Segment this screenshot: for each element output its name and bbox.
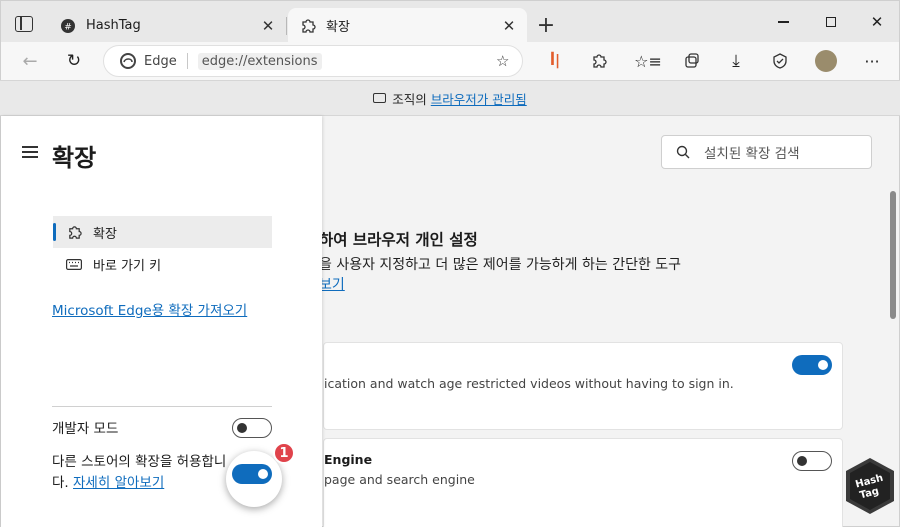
- site-identity-label: Edge: [144, 53, 177, 69]
- page-heading: 하여 브라우저 개인 설정: [319, 231, 478, 249]
- page-content: 설치된 확장 검색 하여 브라우저 개인 설정 을 사용자 지정하고 더 많은 …: [0, 116, 900, 527]
- hashtag-logo: Hash Tag: [844, 456, 896, 516]
- page-description: 을 사용자 지정하고 더 많은 제어를 가능하게 하는 간단한 도구: [319, 257, 682, 273]
- more-menu-icon[interactable]: ···: [857, 47, 887, 75]
- maximize-icon[interactable]: [809, 8, 853, 36]
- extension-description: ication and watch age restricted videos …: [324, 376, 734, 391]
- close-tab-icon[interactable]: ✕: [497, 14, 521, 38]
- browser-toolbar: ← ↻ Edge edge://extensions ☆ ꟾ| ☆≡ ⤓ ···: [0, 42, 900, 80]
- minimize-icon[interactable]: [761, 8, 805, 36]
- edge-logo-icon: [120, 53, 136, 73]
- menu-icon[interactable]: [22, 146, 38, 161]
- tab-hashtag[interactable]: # HashTag ✕: [48, 8, 286, 43]
- close-tab-icon[interactable]: ✕: [256, 14, 280, 38]
- sidebar-title: 확장: [52, 144, 97, 172]
- url-text: edge://extensions: [197, 52, 322, 70]
- address-divider: [186, 53, 188, 69]
- search-icon: [676, 145, 690, 159]
- search-placeholder: 설치된 확장 검색: [704, 146, 800, 162]
- search-input[interactable]: 설치된 확장 검색: [661, 135, 872, 169]
- extension-tool-icon[interactable]: ꟾ|: [540, 47, 570, 75]
- close-window-icon[interactable]: ✕: [855, 8, 899, 36]
- developer-mode-label: 개발자 모드: [52, 421, 119, 437]
- sidebar-item-extensions[interactable]: 확장: [53, 216, 272, 248]
- extension-card: ication and watch age restricted videos …: [323, 342, 843, 430]
- extension-toggle[interactable]: [792, 355, 832, 375]
- browser-essentials-icon[interactable]: [765, 47, 795, 75]
- hashtag-favicon-icon: #: [60, 18, 76, 34]
- sidebar-divider: [52, 406, 272, 407]
- favorites-icon[interactable]: ☆≡: [633, 47, 663, 75]
- tab-title: HashTag: [86, 18, 141, 33]
- step-badge: 1: [273, 442, 295, 464]
- extension-name: Engine: [324, 452, 373, 467]
- puzzle-icon: [300, 18, 316, 34]
- extensions-icon[interactable]: [584, 47, 614, 75]
- get-extensions-link[interactable]: Microsoft Edge용 확장 가져오기: [52, 299, 247, 319]
- keyboard-icon: [65, 258, 83, 270]
- svg-text:#: #: [64, 22, 72, 32]
- address-bar[interactable]: Edge edge://extensions ☆: [103, 45, 523, 77]
- sidebar-item-shortcuts[interactable]: 바로 가기 키: [53, 248, 272, 280]
- briefcase-icon: [373, 93, 387, 103]
- developer-mode-toggle[interactable]: [232, 418, 272, 438]
- other-stores-text: 다른 스토어의 확장을 허용합니다. 자세히 알아보기: [52, 452, 237, 494]
- extension-description: page and search engine: [324, 472, 475, 487]
- learn-more-link[interactable]: 자세히 알아보기: [73, 475, 164, 491]
- extensions-sidebar: 확장 확장 바로 가기 키 Microsoft Edge용 확장 가져오기 개발…: [1, 116, 322, 527]
- tab-extensions[interactable]: 확장 ✕: [288, 8, 527, 43]
- tab-separator: [286, 17, 287, 35]
- scrollbar[interactable]: [890, 191, 896, 319]
- managed-link[interactable]: 브라우저가 관리됨: [431, 89, 527, 108]
- allow-other-stores-toggle[interactable]: [232, 464, 272, 484]
- sidebar-item-label: 확장: [93, 226, 117, 242]
- tab-strip: # HashTag ✕ 확장 ✕ + ✕: [0, 0, 900, 43]
- add-favorite-icon[interactable]: ☆: [496, 52, 509, 70]
- managed-browser-bar: 조직의 브라우저가 관리됨: [0, 80, 900, 116]
- extension-card: Engine page and search engine: [323, 438, 843, 527]
- tab-title: 확장: [326, 20, 350, 35]
- sidebar-item-label: 바로 가기 키: [93, 258, 162, 274]
- extension-toggle[interactable]: [792, 451, 832, 471]
- tab-actions-icon[interactable]: [15, 16, 33, 32]
- refresh-icon[interactable]: ↻: [59, 47, 89, 75]
- profile-avatar[interactable]: [811, 47, 841, 75]
- new-tab-button[interactable]: +: [533, 12, 559, 38]
- back-icon[interactable]: ←: [15, 47, 45, 75]
- downloads-icon[interactable]: ⤓: [721, 47, 751, 75]
- collections-icon[interactable]: [677, 47, 707, 75]
- puzzle-icon: [65, 225, 83, 240]
- managed-text: 조직의: [392, 91, 427, 107]
- learn-more-link[interactable]: 보기: [319, 274, 345, 294]
